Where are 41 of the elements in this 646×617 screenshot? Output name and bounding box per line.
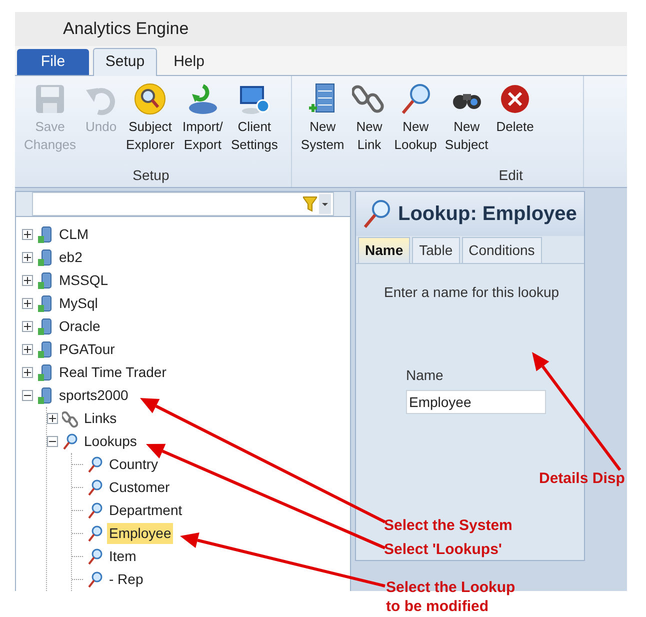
detail-tab[interactable]: Conditions — [462, 237, 542, 263]
tree-item[interactable]: MSSQL — [57, 270, 110, 291]
menu-tab[interactable]: File — [17, 49, 89, 75]
tree-item[interactable]: Country — [107, 454, 160, 475]
menu-tab[interactable]: Help — [161, 49, 217, 75]
detail-tab[interactable]: Table — [412, 237, 460, 263]
annotation-label: Details Disp — [539, 469, 625, 488]
tree-item[interactable]: Oracle — [57, 316, 102, 337]
delete-button[interactable]: Delete — [493, 82, 537, 165]
ribbon-group-label: Edit — [498, 166, 524, 185]
import-export-button[interactable]: Import/ Export — [179, 82, 226, 165]
tree-item[interactable]: Links — [82, 408, 119, 429]
field-label: Name — [406, 366, 444, 385]
annotation-label: Select the Lookup to be modified — [386, 578, 516, 616]
window-title: Analytics Engine — [15, 12, 627, 46]
new-lookup-button[interactable]: New Lookup — [391, 82, 440, 165]
tree-item[interactable]: Lookups — [82, 431, 139, 452]
ribbon-group-label: Setup — [132, 166, 170, 185]
new-subject-button[interactable]: New Subject — [442, 82, 492, 165]
tree-item[interactable]: Customer — [107, 477, 172, 498]
tree-item[interactable]: Item — [107, 546, 138, 567]
tree-item[interactable]: CLM — [57, 224, 91, 245]
tree-item[interactable]: - Rep — [107, 569, 146, 590]
tree-item[interactable]: MySql — [57, 293, 100, 314]
detail-title: Lookup: Employee — [398, 202, 577, 227]
new-system-button[interactable]: New System — [298, 82, 348, 165]
tree-item[interactable]: Real Time Trader — [57, 362, 168, 383]
subject-explorer-button[interactable]: Subject Explorer — [123, 82, 178, 165]
tree-item[interactable]: Employee — [107, 523, 174, 544]
annotation-label: Select 'Lookups' — [384, 540, 502, 559]
tree-item[interactable]: Department — [107, 500, 184, 521]
menu-tab[interactable]: Setup — [93, 48, 157, 76]
tree-item[interactable]: PGATour — [57, 339, 117, 360]
annotation-label: Select the System — [384, 516, 512, 535]
instruction-text: Enter a name for this lookup — [384, 283, 560, 302]
tree-item[interactable]: eb2 — [57, 247, 84, 268]
client-settings-button[interactable]: Client Settings — [228, 82, 281, 165]
detail-tab[interactable]: Name — [358, 237, 410, 263]
tree-item[interactable]: sports2000 — [57, 385, 130, 406]
new-link-button[interactable]: New Link — [349, 82, 390, 165]
name-field[interactable]: Employee — [406, 390, 546, 414]
